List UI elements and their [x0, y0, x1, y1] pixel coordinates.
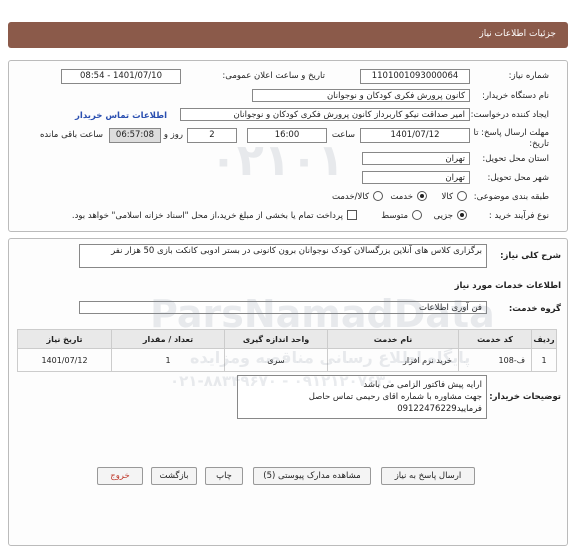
creator-label: ایجاد کننده درخواست: [470, 110, 549, 120]
contact-link[interactable]: اطلاعات تماس خریدار [75, 111, 167, 121]
watermark-number: ۰۲۱۰۱ [210, 135, 345, 186]
category-option-goods: کالا [441, 192, 453, 202]
deadline-label: مهلت ارسال پاسخ: تا [473, 128, 549, 138]
process-label: نوع فرآیند خرید : [488, 211, 549, 221]
deadline-date-field: 1401/07/12 [360, 128, 470, 143]
days-label: روز و [163, 130, 183, 140]
cell-row: 1 [531, 348, 557, 372]
process-option-medium: متوسط [381, 211, 408, 221]
category-radio-both[interactable] [373, 191, 383, 201]
buyer-org-field: کانون پرورش فکری کودکان و نوجوانان [252, 89, 470, 102]
remaining-label: ساعت باقی مانده [39, 130, 103, 140]
city-label: شهر محل تحویل: [487, 173, 549, 183]
cell-date: 1401/07/12 [17, 348, 112, 372]
watermark-subtitle: پایگاه اطلاع رسانی مناقصه ومزایده [190, 348, 471, 367]
print-button[interactable]: چاپ [205, 467, 243, 485]
need-number-label: شماره نیاز: [508, 71, 549, 81]
need-number-field: 1101001093000064 [360, 69, 470, 84]
col-row: ردیف [531, 329, 557, 349]
watermark-brand: ParsNamadData [150, 292, 495, 336]
category-radio-service[interactable] [417, 191, 427, 201]
remaining-time-field: 06:57:08 [109, 128, 161, 143]
process-radio-medium[interactable] [412, 210, 422, 220]
group-label: گروه خدمت: [508, 304, 561, 314]
city-field: تهران [362, 171, 470, 184]
payment-note: پرداخت تمام یا بخشی از مبلغ خرید،از محل … [71, 211, 343, 221]
need-detail-panel: شرح کلی نیاز: برگزاری کلاس های آنلاین بز… [8, 238, 568, 546]
category-label: طبقه بندی موضوعی: [473, 192, 549, 202]
creator-field: امیر صداقت نیکو کاربرداز کانون پرورش فکر… [180, 108, 470, 121]
process-radio-minor[interactable] [457, 210, 467, 220]
announce-field: 1401/07/10 - 08:54 [61, 69, 181, 84]
page-header: جزئیات اطلاعات نیاز [8, 22, 568, 48]
reply-button[interactable]: ارسال پاسخ به نیاز [381, 467, 475, 485]
back-button[interactable]: بازگشت [151, 467, 197, 485]
services-heading: اطلاعات خدمات مورد نیاز [454, 281, 561, 291]
province-field: تهران [362, 152, 470, 165]
page-title: جزئیات اطلاعات نیاز [479, 29, 556, 39]
category-option-service: خدمت [390, 192, 413, 202]
buyer-notes-line-2: جهت مشاوره با شماره اقای رحیمی تماس حاصل… [308, 392, 482, 414]
attachments-button[interactable]: مشاهده مدارک پیوستی (5) [253, 467, 371, 485]
buyer-notes-label: توضیحات خریدار: [489, 392, 561, 402]
category-radio-goods[interactable] [457, 191, 467, 201]
province-label: استان محل تحویل: [482, 154, 549, 164]
buyer-org-label: نام دستگاه خریدار: [482, 91, 549, 101]
category-option-both: کالا/خدمت [332, 192, 369, 202]
payment-checkbox[interactable] [347, 210, 357, 220]
summary-field: برگزاری کلاس های آنلاین بزرگسالان کودک ن… [79, 244, 487, 268]
watermark-phone: ۰۲۱-۸۸۳۴۹۶۷۰ - ۰۹۱۲۱۲۰۷۶۳۰ [170, 372, 395, 390]
exit-button[interactable]: خروج [97, 467, 143, 485]
summary-label: شرح کلی نیاز: [500, 251, 561, 261]
announce-label: تاریخ و ساعت اعلان عمومی: [222, 71, 325, 81]
process-option-minor: جزیی [433, 211, 453, 221]
col-date: تاریخ نیاز [17, 329, 112, 349]
deadline-label-2: تاریخ: [529, 139, 549, 149]
